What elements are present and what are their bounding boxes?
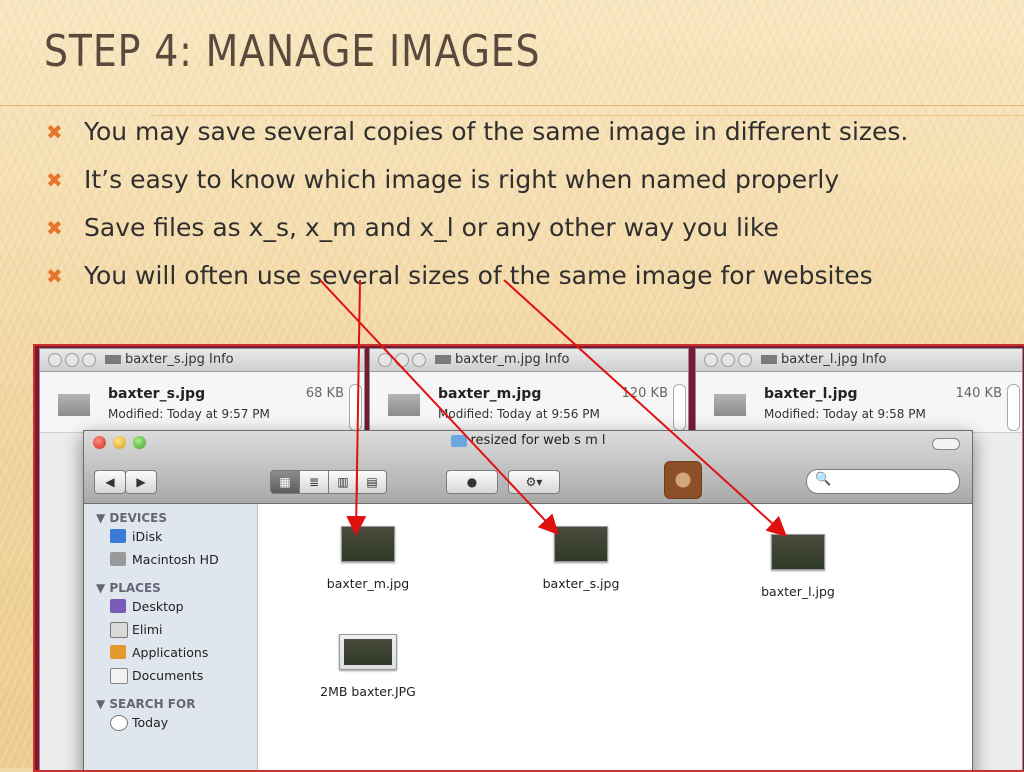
- arrow-to-baxter-s: [319, 279, 559, 535]
- annotation-arrows: [319, 279, 787, 537]
- arrow-to-baxter-l: [503, 279, 787, 537]
